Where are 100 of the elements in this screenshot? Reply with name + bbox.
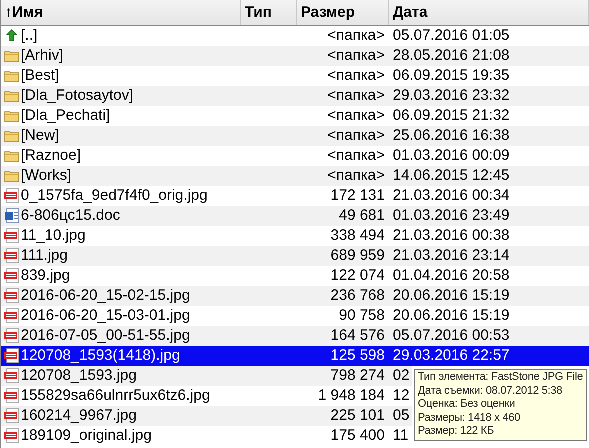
file-row[interactable]: 120708_1593(1418).jpg 125 598 29.03.2016 22:57 [1, 346, 589, 366]
image-file-icon [4, 288, 20, 304]
image-file-icon [4, 308, 20, 324]
file-row[interactable]: [Dla_Pechati] <папка> 06.09.2015 21:32 [1, 106, 589, 126]
file-date: 25.06.2016 16:38 [393, 127, 510, 145]
file-date: 29.03.2016 22:57 [393, 347, 510, 365]
file-row[interactable]: 155829sa66ulnrr5ux6tz6.jpg 1 948 184 12 [1, 386, 412, 406]
file-row[interactable]: 0_1575fa_9ed7f4f0_orig.jpg 172 131 21.03.2016 00:34 [1, 186, 589, 206]
file-size: 122 074 [330, 267, 385, 285]
image-file-icon [4, 348, 20, 364]
file-date: 01.03.2016 23:49 [393, 207, 510, 225]
file-name: 111.jpg [21, 247, 68, 265]
file-date: 21.03.2016 00:34 [393, 187, 510, 205]
file-row[interactable]: [..] <папка> 05.07.2016 01:05 [1, 26, 589, 46]
file-row[interactable]: 2016-06-20_15-02-15.jpg 236 768 20.06.2016 15:19 [1, 286, 589, 306]
file-date: 20.06.2016 15:19 [393, 307, 510, 325]
file-row[interactable]: [Raznoe] <папка> 01.03.2016 00:09 [1, 146, 589, 166]
file-size: 172 131 [330, 187, 385, 205]
file-date: 11 [393, 427, 409, 445]
file-row[interactable]: [Dla_Fotosaytov] <папка> 29.03.2016 23:32 [1, 86, 589, 106]
file-name: 2016-07-05_00-51-55.jpg [21, 327, 190, 345]
file-date: 21.03.2016 23:14 [393, 247, 510, 265]
file-size: <папка> [328, 147, 385, 165]
file-row[interactable]: 2016-06-20_15-03-01.jpg 90 758 20.06.2016 15:19 [1, 306, 589, 326]
tooltip-line: Размер: 122 КБ [418, 425, 496, 438]
file-size: 164 576 [330, 327, 385, 345]
column-header[interactable]: ↑Имя [1, 0, 241, 25]
file-name: 839.jpg [21, 267, 70, 285]
file-row[interactable]: [Works] <папка> 14.06.2015 12:45 [1, 166, 589, 186]
file-row[interactable]: [Arhiv] <папка> 28.05.2016 21:08 [1, 46, 589, 66]
sort-arrow-icon: ↑ [5, 4, 12, 21]
file-row[interactable]: [Best] <папка> 06.09.2015 19:35 [1, 66, 589, 86]
file-name: 120708_1593(1418).jpg [21, 347, 180, 365]
tooltip-line: Размеры: 1418 x 460 [418, 412, 522, 425]
file-date: 06.09.2015 21:32 [393, 107, 510, 125]
file-date: 14.06.2015 12:45 [393, 167, 510, 185]
column-header[interactable]: Тип [241, 0, 297, 25]
file-name: 120708_1593.jpg [21, 367, 137, 385]
file-name: 2016-06-20_15-03-01.jpg [21, 307, 190, 325]
file-name: [Arhiv] [21, 47, 64, 65]
image-file-icon [4, 388, 20, 404]
file-date: 01.04.2016 20:58 [393, 267, 510, 285]
file-name: 189109_original.jpg [21, 427, 152, 445]
file-size: 90 758 [339, 307, 385, 325]
tooltip-line: Тип элемента: FastStone JPG File [418, 371, 584, 384]
file-row[interactable]: 160214_9967.jpg 225 101 05 [1, 406, 412, 426]
file-date: 20.06.2016 15:19 [393, 287, 510, 305]
image-file-icon [4, 188, 20, 204]
file-row[interactable]: 11_10.jpg 338 494 21.03.2016 00:38 [1, 226, 589, 246]
file-size: 175 400 [330, 427, 385, 445]
file-size: <папка> [328, 167, 385, 185]
image-file-icon [4, 268, 20, 284]
file-name: 155829sa66ulnrr5ux6tz6.jpg [21, 387, 210, 405]
image-file-icon [4, 328, 20, 344]
file-name: [Raznoe] [21, 147, 82, 165]
up-arrow-icon [4, 28, 20, 44]
file-size: 49 681 [339, 207, 385, 225]
file-date: 02 [393, 367, 410, 385]
image-file-icon [4, 228, 20, 244]
file-size: 225 101 [330, 407, 385, 425]
file-size: <папка> [328, 67, 385, 85]
file-size: 1 948 184 [318, 387, 385, 405]
file-name: 6-806цс15.doc [21, 207, 120, 225]
file-size: <папка> [328, 107, 385, 125]
column-header[interactable]: Размер [297, 0, 389, 25]
column-header[interactable]: Дата [389, 0, 589, 25]
file-date: 01.03.2016 00:09 [393, 147, 510, 165]
file-date: 29.03.2016 23:32 [393, 87, 510, 105]
file-row[interactable]: 111.jpg 689 959 21.03.2016 23:14 [1, 246, 589, 266]
file-size: <папка> [328, 47, 385, 65]
file-row[interactable]: 6-806цс15.doc 49 681 01.03.2016 23:49 [1, 206, 589, 226]
file-date: 28.05.2016 21:08 [393, 47, 510, 65]
image-file-icon [4, 408, 20, 424]
file-name: [Works] [21, 167, 72, 185]
file-date: 12 [393, 387, 410, 405]
file-size: 689 959 [330, 247, 385, 265]
tooltip-line: Дата съемки: 08.07.2012 5:38 [418, 384, 564, 398]
file-name: [Best] [21, 67, 60, 85]
file-name: 11_10.jpg [21, 227, 86, 245]
file-date: 21.03.2016 00:38 [393, 227, 510, 245]
file-date: 05 [393, 407, 410, 425]
file-date: 06.09.2015 19:35 [393, 67, 510, 85]
file-size: 236 768 [330, 287, 385, 305]
file-row[interactable]: 189109_original.jpg 175 400 11 [1, 426, 412, 446]
file-row[interactable]: 2016-07-05_00-51-55.jpg 164 576 05.07.2016 00:53 [1, 326, 589, 346]
image-file-icon [4, 368, 20, 384]
tooltip-line: Оценка: Без оценки [418, 398, 516, 412]
file-name: [New] [21, 127, 60, 145]
file-name: 2016-06-20_15-02-15.jpg [21, 287, 190, 305]
file-row[interactable]: [New] <папка> 25.06.2016 16:38 [1, 126, 589, 146]
file-date: 05.07.2016 00:53 [393, 327, 510, 345]
file-name: [Dla_Pechati] [21, 107, 110, 125]
file-row[interactable]: 120708_1593.jpg 798 274 02 [1, 366, 412, 386]
file-name: 160214_9967.jpg [21, 407, 137, 425]
file-size: 798 274 [330, 367, 385, 385]
file-size: 125 598 [330, 347, 385, 365]
file-row[interactable]: 839.jpg 122 074 01.04.2016 20:58 [1, 266, 589, 286]
file-size: <папка> [328, 87, 385, 105]
file-name: [..] [21, 27, 38, 45]
file-size: 338 494 [330, 227, 385, 245]
